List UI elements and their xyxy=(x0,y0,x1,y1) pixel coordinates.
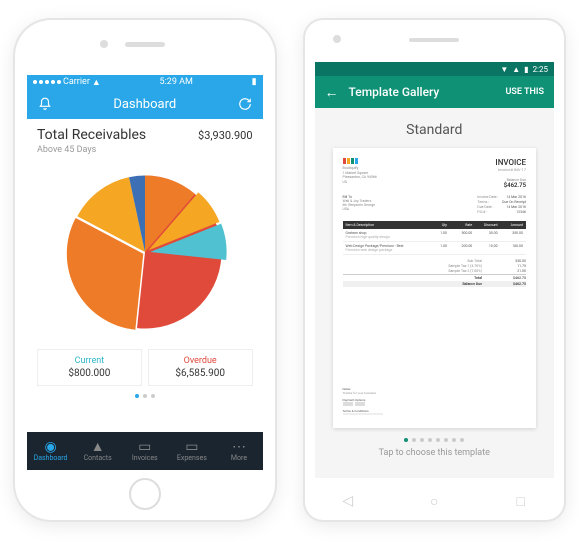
ios-statusbar: Carrier ▲ 5:29 AM ▮ xyxy=(27,75,263,89)
page-dots[interactable] xyxy=(37,394,253,398)
tab-more[interactable]: ⋯ More xyxy=(215,440,262,462)
current-card[interactable]: Current $800.000 xyxy=(37,349,142,386)
use-this-button[interactable]: USE THIS xyxy=(506,87,544,97)
invoice-meta: Invoice Date :14 Mar 2016 Terms :Due On … xyxy=(477,195,526,215)
overdue-label: Overdue xyxy=(155,356,246,366)
android-recents-icon[interactable]: □ xyxy=(514,494,528,508)
android-back-icon[interactable]: ◁ xyxy=(341,494,355,508)
wifi-icon: ▲ xyxy=(92,77,101,88)
back-icon[interactable]: ← xyxy=(325,84,339,101)
iphone-home-button[interactable] xyxy=(129,478,161,510)
iphone-speaker xyxy=(125,42,165,47)
document-icon: ▭ xyxy=(121,440,168,454)
tab-dashboard[interactable]: ◉ Dashboard xyxy=(27,440,74,462)
more-icon: ⋯ xyxy=(215,440,262,454)
current-label: Current xyxy=(44,356,135,366)
tab-dashboard-label: Dashboard xyxy=(27,454,74,462)
table-row: Graham shopPremium high-quality design 1… xyxy=(343,229,526,242)
overdue-card[interactable]: Overdue $6,585.900 xyxy=(148,349,253,386)
carrier-label: Carrier xyxy=(63,77,90,87)
tab-contacts[interactable]: ▲ Contacts xyxy=(74,440,121,462)
android-speaker xyxy=(409,38,459,42)
appbar-title: Template Gallery xyxy=(349,85,506,99)
template-page-dots[interactable] xyxy=(315,438,554,442)
tab-invoices[interactable]: ▭ Invoices xyxy=(121,440,168,462)
tab-more-label: More xyxy=(215,454,262,462)
signal-icon: ▲ xyxy=(512,65,520,74)
receivables-pie-chart[interactable] xyxy=(60,167,230,337)
receivables-title: Total Receivables xyxy=(37,127,146,143)
tab-expenses[interactable]: ▭ Expenses xyxy=(168,440,215,462)
company-logo xyxy=(343,158,377,164)
signal-indicator: Carrier ▲ xyxy=(33,77,101,88)
tab-bar: ◉ Dashboard ▲ Contacts ▭ Invoices ▭ Expe… xyxy=(27,432,263,470)
navbar: Dashboard xyxy=(27,89,263,119)
notifications-icon[interactable] xyxy=(37,96,53,112)
current-value: $800.000 xyxy=(44,368,135,379)
wallet-icon: ▭ xyxy=(168,440,215,454)
table-row: Web Design Package/Premium - BestPremium… xyxy=(343,242,526,255)
status-time: 5:29 AM xyxy=(160,77,193,87)
status-time: 2:25 xyxy=(533,65,548,74)
battery-icon: ▮ xyxy=(252,77,257,87)
invoice-summary: Sub Total530.00 Sample Tax 1 (4.70%)11.7… xyxy=(343,259,526,288)
gauge-icon: ◉ xyxy=(27,440,74,454)
person-icon: ▲ xyxy=(74,440,121,454)
wifi-icon: ▼ xyxy=(500,65,508,74)
navbar-title: Dashboard xyxy=(113,97,176,112)
iphone-device: Carrier ▲ 5:29 AM ▮ Dashboard Total Rece… xyxy=(15,20,275,520)
invoice-number: Invoice# INV-17 xyxy=(495,167,526,172)
android-camera xyxy=(333,35,341,43)
iphone-camera xyxy=(100,40,108,48)
android-nav-buttons: ◁ ○ □ xyxy=(305,494,564,508)
iphone-screen: Carrier ▲ 5:29 AM ▮ Dashboard Total Rece… xyxy=(27,75,263,470)
receivables-total: $3,930.900 xyxy=(198,129,253,142)
template-name: Standard xyxy=(315,108,554,148)
tab-invoices-label: Invoices xyxy=(121,454,168,462)
app-bar: ← Template Gallery USE THIS xyxy=(315,76,554,108)
battery-icon: ▮ xyxy=(524,65,528,74)
android-screen: ▼ ▲ ▮ 2:25 ← Template Gallery USE THIS S… xyxy=(315,62,554,478)
receivables-subtitle: Above 45 Days xyxy=(37,145,253,155)
stat-cards: Current $800.000 Overdue $6,585.900 xyxy=(37,349,253,386)
android-statusbar: ▼ ▲ ▮ 2:25 xyxy=(315,62,554,76)
tab-expenses-label: Expenses xyxy=(168,454,215,462)
android-device: ◁ ○ □ ▼ ▲ ▮ 2:25 ← Template Gallery USE … xyxy=(305,20,564,520)
invoice-table: Item & Description Qty Rate Discount Amo… xyxy=(343,221,526,255)
invoice-title: INVOICE xyxy=(495,158,526,167)
overdue-value: $6,585.900 xyxy=(155,368,246,379)
android-home-icon[interactable]: ○ xyxy=(427,494,441,508)
tap-hint: Tap to choose this template xyxy=(315,448,554,458)
invoice-preview[interactable]: Boutiquify 1 Market Square Pleasanton, C… xyxy=(333,148,536,428)
refresh-icon[interactable] xyxy=(237,96,253,112)
balance-due: $462.75 xyxy=(495,182,526,189)
dashboard-content: Total Receivables $3,930.900 Above 45 Da… xyxy=(27,119,263,406)
tab-contacts-label: Contacts xyxy=(74,454,121,462)
